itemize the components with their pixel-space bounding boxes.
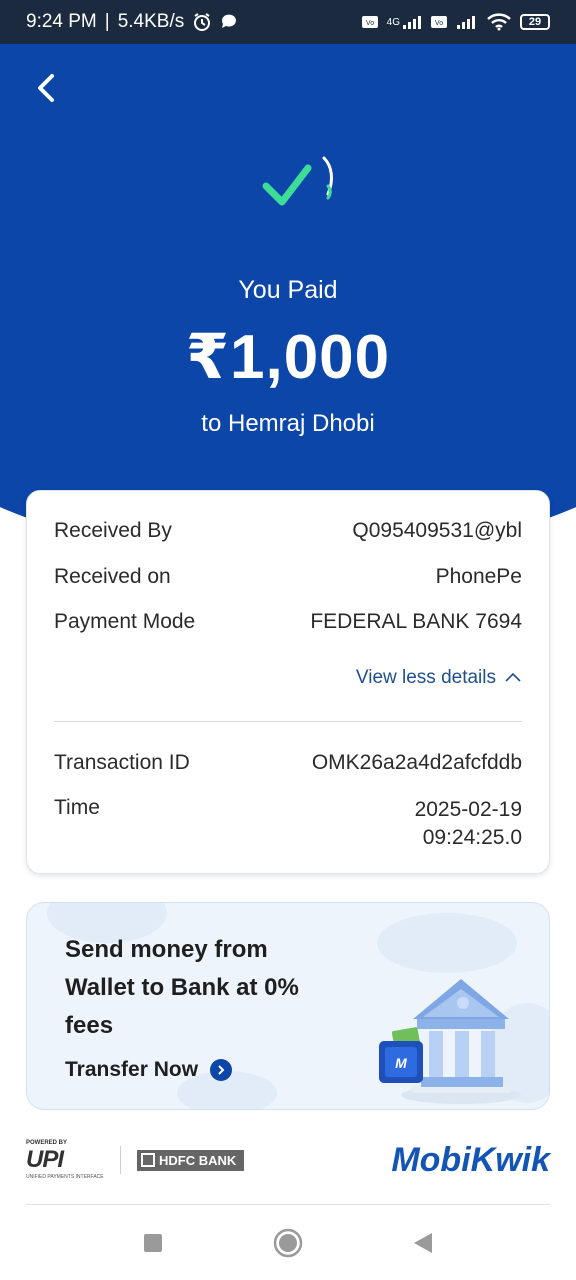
volte-icon: Vo [361,14,379,30]
chevron-right-icon [210,1059,233,1081]
view-less-label: View less details [355,667,496,688]
view-less-details-button[interactable]: View less details [356,667,522,689]
status-bar: 9:24 PM | 5.4KB/s Vo 4G Vo 29 [0,0,576,44]
promo-title-line2: Wallet to Bank at 0% [65,974,299,1001]
detail-label: Time [54,796,100,819]
status-left: 9:24 PM | 5.4KB/s [26,11,238,33]
detail-label: Transaction ID [54,751,190,774]
volte-icon-2: Vo [430,14,448,30]
detail-row-received-by: Received By Q095409531@ybl [54,519,522,543]
upi-name: UPI [26,1146,64,1173]
home-button[interactable] [268,1225,308,1265]
status-right: Vo 4G Vo 29 [361,13,550,31]
back-button[interactable] [26,70,66,110]
svg-text:Vo: Vo [435,20,443,27]
promo-banner[interactable]: Send money from Wallet to Bank at 0% fee… [26,902,550,1110]
promo-title-line3: fees [65,1012,114,1039]
hdfc-mark-icon [141,1153,155,1167]
hdfc-bank-name: HDFC BANK [159,1152,237,1168]
hdfc-bank-logo: HDFC BANK [137,1149,245,1171]
chat-icon [220,13,238,31]
transaction-details-card: Received By Q095409531@ybl Received on P… [26,490,550,874]
promo-title: Send money from Wallet to Bank at 0% fee… [65,931,325,1045]
recents-button[interactable] [133,1225,173,1265]
detail-row-received-on: Received on PhonePe [54,565,522,589]
payment-status-title: You Paid [238,276,338,304]
status-speed: 5.4KB/s [117,11,185,32]
payee-name: to Hemraj Dhobi [201,410,375,437]
status-time: 9:24 PM [26,11,97,32]
logo-separator [120,1146,121,1174]
detail-label: Received By [54,519,172,542]
divider [54,721,522,722]
detail-row-time: Time 2025-02-19 09:24:25.0 [54,796,522,852]
chevron-up-icon [504,667,522,689]
detail-value: Q095409531@ybl [352,519,522,542]
upi-logo: POWERED BY UPI UNIFIED PAYMENTS INTERFAC… [26,1140,106,1180]
transfer-now-button[interactable]: Transfer Now [65,1058,233,1082]
alarm-icon [192,12,212,32]
signal-4g-icon: 4G [387,14,422,30]
system-navigation-bar [0,1210,576,1280]
footer-divider [26,1204,550,1205]
detail-label: Received on [54,565,171,588]
time-clock: 09:24:25.0 [422,826,522,849]
footer-logos: POWERED BY UPI UNIFIED PAYMENTS INTERFAC… [26,1130,550,1190]
chevron-left-icon [34,73,58,108]
square-icon [143,1233,163,1258]
wifi-icon [486,13,512,31]
payment-amount: ₹1,000 [185,323,391,392]
circle-icon [273,1228,303,1263]
promo-title-line1: Send money from [65,936,268,963]
battery-icon: 29 [520,14,550,30]
detail-value: PhonePe [435,565,522,588]
bank-wallet-illustration: M [371,973,521,1105]
transfer-now-label: Transfer Now [65,1058,199,1081]
detail-value: FEDERAL BANK 7694 [310,610,522,633]
svg-text:M: M [395,1055,407,1071]
status-separator: | [104,11,110,32]
detail-label: Payment Mode [54,610,196,633]
check-icon [258,152,342,216]
time-date: 2025-02-19 [414,798,522,821]
network-label: 4G [386,16,400,28]
system-back-button[interactable] [403,1225,443,1265]
detail-row-payment-mode: Payment Mode FEDERAL BANK 7694 [54,610,522,634]
time-value: 2025-02-19 09:24:25.0 [415,796,522,852]
mobikwik-logo: MobiKwik [391,1140,550,1179]
signal-icon [456,14,478,30]
detail-row-transaction-id: Transaction ID OMK26a2a4d2afcfddb [54,751,522,775]
transaction-id-value[interactable]: OMK26a2a4d2afcfddb [312,751,522,775]
upi-tagline: UNIFIED PAYMENTS INTERFACE [26,1174,104,1180]
svg-text:Vo: Vo [366,20,374,27]
triangle-back-icon [413,1232,433,1259]
